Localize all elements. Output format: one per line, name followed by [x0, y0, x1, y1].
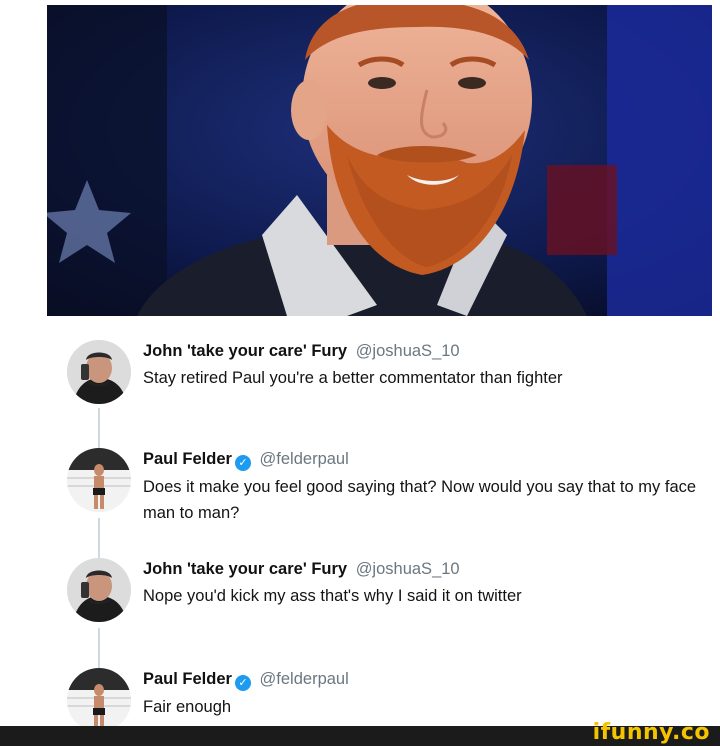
- avatar-man-on-phone-icon[interactable]: [67, 340, 131, 404]
- user-handle[interactable]: @felderpaul: [260, 670, 349, 688]
- tweet-header: John 'take your care' Fury @joshuaS_10: [143, 340, 707, 362]
- thread-line-1: [98, 408, 100, 450]
- verified-badge-icon: ✓: [234, 455, 251, 471]
- tweet-text: Does it make you feel good saying that? …: [143, 478, 697, 522]
- tweet-text: Fair enough: [143, 698, 232, 716]
- tweet-header: Paul Felder ✓ @felderpaul: [143, 448, 707, 471]
- avatar-fighter-in-cage-icon[interactable]: [67, 448, 131, 512]
- avatar-fighter-in-cage-icon[interactable]: [67, 668, 131, 732]
- avatar-man-on-phone-icon[interactable]: [67, 558, 131, 622]
- verified-badge-icon: ✓: [234, 675, 251, 691]
- tweet-text: Stay retired Paul you're a better commen…: [143, 369, 563, 387]
- tweet-header: Paul Felder ✓ @felderpaul: [143, 668, 707, 691]
- ifunny-watermark: ifunny.co: [592, 720, 710, 745]
- tweet-header: John 'take your care' Fury @joshuaS_10: [143, 558, 707, 580]
- display-name[interactable]: Paul Felder: [143, 670, 232, 688]
- photo-of-bearded-man-icon: [47, 5, 712, 316]
- watermark-bar: ifunny.co: [0, 720, 720, 746]
- user-handle[interactable]: @joshuaS_10: [356, 342, 460, 360]
- display-name[interactable]: John 'take your care' Fury: [143, 560, 347, 578]
- header-photo: [47, 5, 712, 316]
- display-name[interactable]: Paul Felder: [143, 450, 232, 468]
- thread-line-3: [98, 628, 100, 670]
- thread-line-2: [98, 518, 100, 560]
- tweet-text: Nope you'd kick my ass that's why I said…: [143, 587, 522, 605]
- display-name[interactable]: John 'take your care' Fury: [143, 342, 347, 360]
- user-handle[interactable]: @felderpaul: [260, 450, 349, 468]
- user-handle[interactable]: @joshuaS_10: [356, 560, 460, 578]
